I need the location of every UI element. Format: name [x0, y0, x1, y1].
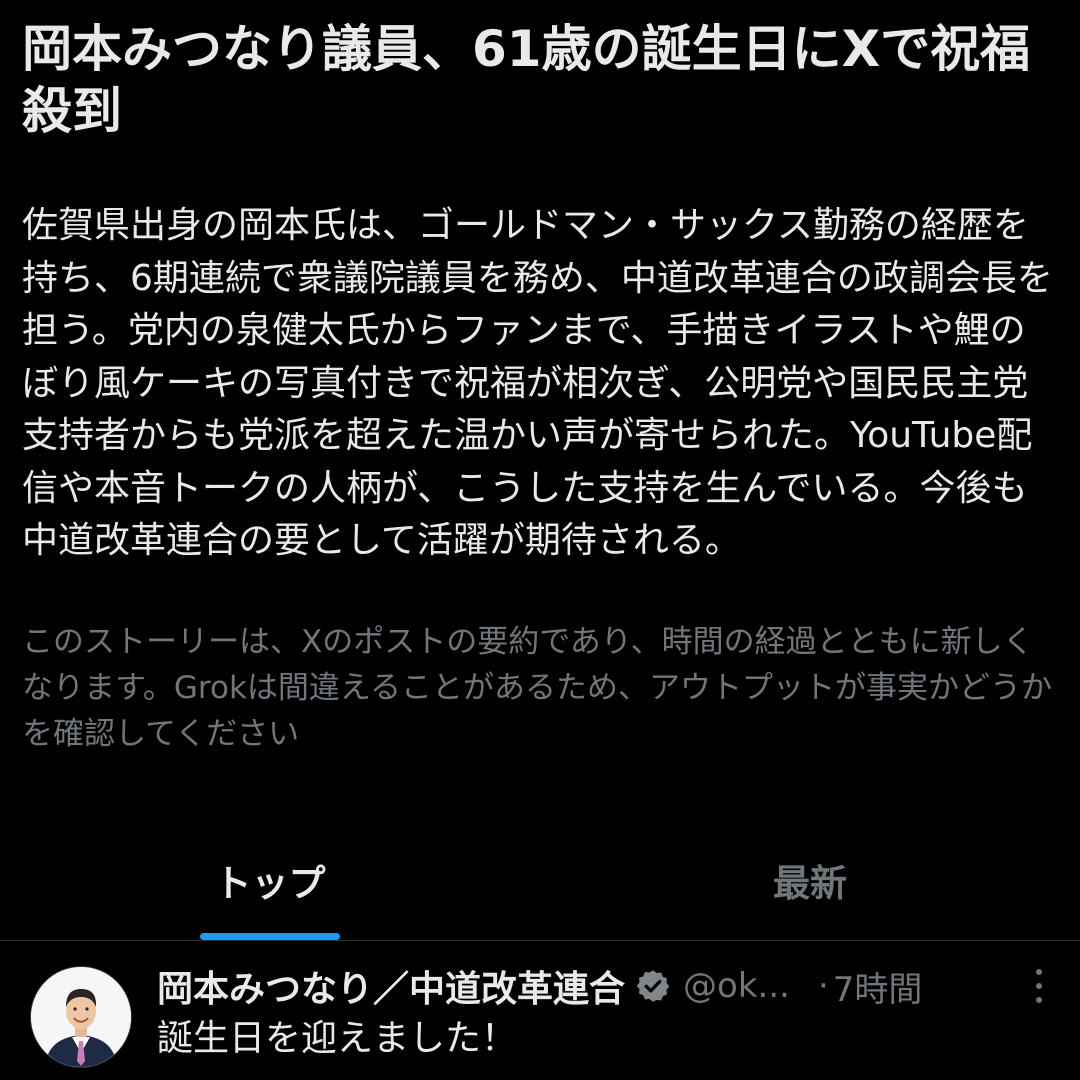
post-item[interactable]: 岡本みつなり／中道改革連合 @ok... · 7時間 誕生日を迎えました！	[0, 941, 1080, 1080]
post-author-name[interactable]: 岡本みつなり／中道改革連合	[157, 960, 625, 1012]
more-dot	[1036, 997, 1042, 1003]
more-dot	[1036, 969, 1042, 975]
story-section: 岡本みつなり議員、61歳の誕生日にXで祝福殺到 佐賀県出身の岡本氏は、ゴールドマ…	[22, 0, 1058, 757]
story-summary: 佐賀県出身の岡本氏は、ゴールドマン・サックス勤務の経歴を持ち、6期連続で衆議院議…	[22, 205, 1053, 561]
avatar-portrait-icon	[31, 967, 131, 1067]
tab-top-label: トップ	[214, 862, 326, 905]
tab-top[interactable]: トップ	[0, 836, 540, 940]
post-handle[interactable]: @ok...	[683, 966, 790, 1006]
post-header: 岡本みつなり／中道改革連合 @ok... · 7時間	[157, 961, 1050, 1011]
avatar[interactable]	[30, 966, 132, 1068]
tab-bar: トップ 最新	[0, 836, 1080, 940]
tab-latest[interactable]: 最新	[540, 836, 1080, 940]
story-headline: 岡本みつなり議員、61歳の誕生日にXで祝福殺到	[22, 20, 1031, 140]
post-time[interactable]: 7時間	[833, 962, 923, 1011]
active-tab-indicator	[200, 933, 340, 940]
post-text: 誕生日を迎えました！	[157, 1018, 518, 1059]
post-separator: ·	[817, 966, 829, 1006]
verified-badge-icon	[635, 968, 671, 1004]
more-vertical-icon[interactable]	[1032, 969, 1046, 1003]
more-dot	[1036, 983, 1042, 989]
tab-latest-label: 最新	[773, 862, 847, 905]
story-disclaimer: このストーリーは、Xのポストの要約であり、時間の経過とともに新しくなります。Gr…	[22, 623, 1052, 752]
